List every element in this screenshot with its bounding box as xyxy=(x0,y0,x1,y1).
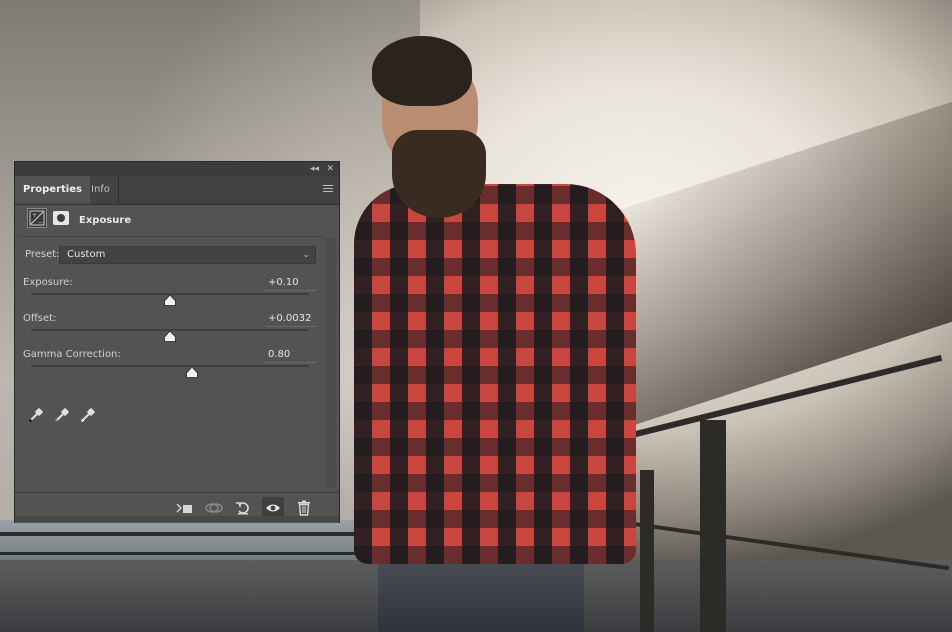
preset-label: Preset: xyxy=(25,249,60,260)
rail-left-lower xyxy=(0,552,400,555)
white-point-eyedropper-icon[interactable] xyxy=(79,406,97,424)
tab-info[interactable]: Info xyxy=(83,176,119,204)
slider-value-field[interactable]: +0.10 xyxy=(268,277,299,288)
panel-tabs: Properties Info xyxy=(15,176,339,205)
chevron-down-icon: ⌄ xyxy=(302,250,310,260)
black-point-eyedropper-icon[interactable] xyxy=(27,406,45,424)
gray-point-eyedropper-icon[interactable] xyxy=(53,406,71,424)
slider-label: Offset: xyxy=(23,313,57,324)
slider-value-field[interactable]: 0.80 xyxy=(268,349,290,360)
man-beard xyxy=(392,130,486,218)
slider-track[interactable] xyxy=(31,365,309,367)
slider-value-field[interactable]: +0.0032 xyxy=(268,313,311,324)
panel-bottom-edge xyxy=(15,516,339,522)
panel-scrollbar[interactable] xyxy=(326,238,336,488)
man-hair xyxy=(372,36,472,106)
value-underline xyxy=(265,290,317,291)
panel-title-bar[interactable]: ◂◂ ✕ xyxy=(15,162,339,176)
close-panel-icon[interactable]: ✕ xyxy=(326,162,334,176)
divider xyxy=(19,236,325,237)
svg-text:−: − xyxy=(38,219,43,226)
rail-post-2 xyxy=(640,470,654,632)
preset-value: Custom xyxy=(67,249,106,260)
panel-menu-icon[interactable] xyxy=(323,185,333,193)
svg-text:+: + xyxy=(32,212,37,219)
preset-select[interactable]: Custom ⌄ xyxy=(59,246,316,264)
exposure-adjustment-icon[interactable]: + − xyxy=(27,208,47,228)
collapse-panel-icon[interactable]: ◂◂ xyxy=(310,162,319,176)
slider-label: Exposure: xyxy=(23,277,73,288)
slider-label: Gamma Correction: xyxy=(23,349,121,360)
tab-properties[interactable]: Properties xyxy=(15,176,90,204)
layer-mask-icon[interactable] xyxy=(53,211,69,225)
value-underline xyxy=(265,326,317,327)
man-plaid-shirt xyxy=(354,184,636,564)
rail-post xyxy=(700,420,726,632)
rail-left xyxy=(0,532,400,536)
properties-panel: ◂◂ ✕ Properties Info + − Exposure Preset:… xyxy=(14,161,340,523)
man-jeans xyxy=(378,552,584,632)
value-underline xyxy=(265,362,317,363)
adjustment-title: Exposure xyxy=(79,215,132,226)
